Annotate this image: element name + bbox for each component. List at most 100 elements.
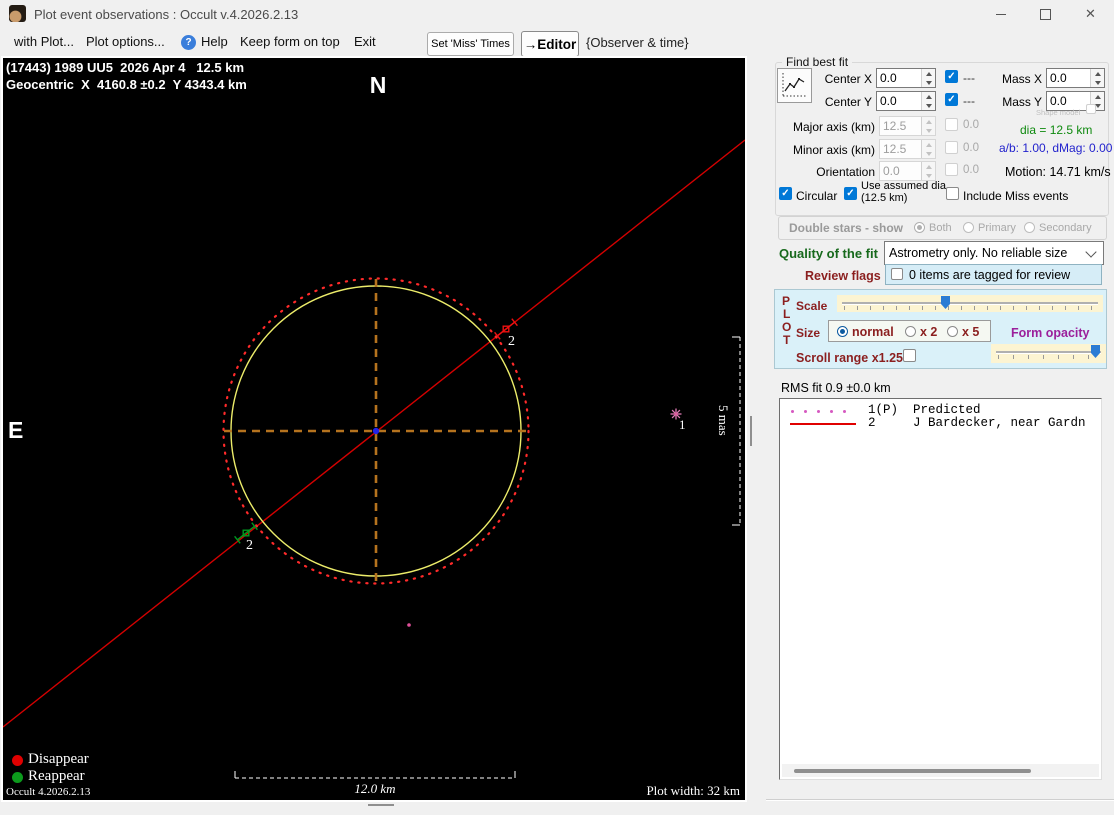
spin-down-icon <box>1094 80 1101 85</box>
center-y-spinner[interactable]: 0.0 <box>876 91 936 111</box>
maximize-icon <box>1040 8 1051 20</box>
size-x2-radio[interactable] <box>905 326 916 337</box>
minor-axis-spinner: 12.5 <box>879 139 936 159</box>
shape-model-checkbox[interactable] <box>1086 104 1096 114</box>
spin-up-icon <box>925 164 932 169</box>
spin-up-icon <box>925 119 932 124</box>
form-opacity-slider[interactable] <box>991 344 1106 363</box>
use-assumed-checkbox[interactable]: ✓ <box>844 187 857 200</box>
center-x-flag: --- <box>963 71 975 85</box>
spin-up-icon <box>925 94 932 99</box>
center-x-checkbox[interactable]: ✓ <box>945 70 958 83</box>
panel-bottom-divider <box>766 799 1114 801</box>
vertical-splitter-handle[interactable] <box>750 416 752 446</box>
observation-row-predicted[interactable]: 1(P) Predicted <box>868 403 981 417</box>
listbox-hscrollbar-thumb[interactable] <box>794 769 1031 773</box>
form-opacity-label: Form opacity <box>1011 326 1090 340</box>
form-opacity-groove <box>996 351 1101 354</box>
size-radio-group: normal x 2 x 5 <box>828 320 991 342</box>
quality-label: Quality of the fit <box>779 246 878 261</box>
scale-label: Scale <box>796 299 828 313</box>
scroll-range-checkbox[interactable] <box>903 349 916 362</box>
circular-label: Circular <box>796 189 838 203</box>
orientation-flag: 0.0 <box>963 164 979 176</box>
double-stars-both-label: Both <box>929 222 952 234</box>
double-stars-primary-label: Primary <box>978 222 1016 234</box>
form-opacity-ticks <box>998 355 1099 359</box>
horizontal-splitter-handle[interactable] <box>368 804 394 806</box>
menu-plot-options[interactable]: Plot options... <box>86 34 165 49</box>
double-stars-secondary-radio <box>1024 222 1035 233</box>
observation-row-bardecker[interactable]: 2 J Bardecker, near Gardn <box>868 416 1086 430</box>
scroll-range-label: Scroll range x1.25 <box>796 351 904 365</box>
size-x5-radio[interactable] <box>947 326 958 337</box>
center-x-spinner[interactable]: 0.0 <box>876 68 936 88</box>
size-x2-label: x 2 <box>920 325 938 339</box>
menu-with-plot[interactable]: with Plot... <box>14 34 74 49</box>
minimize-button[interactable] <box>978 0 1023 28</box>
center-x-spin-buttons[interactable] <box>921 69 935 87</box>
shape-model-label: Shape model <box>1036 108 1081 117</box>
plot-panel-l: L <box>783 307 791 321</box>
plot-version-label: Occult 4.2026.2.13 <box>6 786 91 798</box>
observer-time-label: {Observer & time} <box>586 35 689 50</box>
editor-button[interactable]: →Editor <box>521 31 579 57</box>
app-icon <box>9 5 26 22</box>
mass-x-label: Mass X <box>1001 72 1042 86</box>
major-axis-label: Major axis (km) <box>792 120 875 134</box>
orientation-value: 0.0 <box>883 164 900 178</box>
spin-up-icon <box>925 142 932 147</box>
legend-disappear-label: Disappear <box>28 751 89 767</box>
east-label: E <box>8 417 24 443</box>
menu-keep-on-top[interactable]: Keep form on top <box>240 34 340 49</box>
center-x-label: Center X <box>824 72 872 86</box>
center-y-spin-buttons[interactable] <box>921 92 935 110</box>
double-stars-group: Double stars - show Both Primary Seconda… <box>778 216 1107 240</box>
size-normal-radio[interactable] <box>837 326 848 337</box>
plot-header-line2: Geocentric X 4160.8 ±0.2 Y 4343.4 km <box>6 77 247 92</box>
center-y-value: 0.0 <box>880 94 897 108</box>
circular-checkbox[interactable]: ✓ <box>779 187 792 200</box>
center-x-value: 0.0 <box>880 71 897 85</box>
maximize-button[interactable] <box>1023 0 1068 28</box>
legend-reappear-label: Reappear <box>28 768 85 784</box>
menu-bar: with Plot... Plot options... ? Help Keep… <box>0 28 1114 57</box>
double-stars-primary-radio <box>963 222 974 233</box>
major-axis-flag: 0.0 <box>963 119 979 131</box>
spin-down-icon <box>925 103 932 108</box>
shadow-track-line <box>2 139 746 728</box>
minor-axis-label: Minor axis (km) <box>792 143 875 157</box>
double-stars-both-radio <box>914 222 925 233</box>
use-assumed-label: Use assumed dia (12.5 km) <box>861 180 946 204</box>
scale-slider-groove <box>842 302 1098 305</box>
menu-exit[interactable]: Exit <box>354 34 376 49</box>
review-flags-text: 0 items are tagged for review <box>909 268 1071 282</box>
orientation-spin-buttons <box>921 162 935 180</box>
menu-help[interactable]: Help <box>201 34 228 49</box>
quality-value: Astrometry only. No reliable size <box>889 246 1068 260</box>
predicted-dot-icon <box>817 410 820 413</box>
disappear-marker-label: 2 <box>508 334 515 349</box>
review-flags-checkbox[interactable] <box>891 268 903 280</box>
center-y-checkbox[interactable]: ✓ <box>945 93 958 106</box>
quality-dropdown[interactable]: Astrometry only. No reliable size <box>884 241 1104 265</box>
listbox-hscrollbar[interactable] <box>782 764 1099 777</box>
spin-down-icon <box>925 151 932 156</box>
scale-slider[interactable] <box>837 295 1103 312</box>
fit-graph-button[interactable] <box>777 68 812 103</box>
spin-down-icon <box>925 173 932 178</box>
find-best-fit-title: Find best fit <box>782 55 853 69</box>
mass-x-spin-buttons[interactable] <box>1090 69 1104 87</box>
spin-down-icon <box>925 128 932 133</box>
mass-x-spinner[interactable]: 0.0 <box>1046 68 1105 88</box>
plot-canvas[interactable] <box>2 58 746 800</box>
close-button[interactable]: ✕ <box>1068 0 1113 28</box>
secondary-point <box>407 623 411 627</box>
include-miss-label: Include Miss events <box>963 189 1069 203</box>
app-window: Plot event observations : Occult v.4.202… <box>0 0 1114 815</box>
observations-listbox[interactable]: 1(P) Predicted 2 J Bardecker, near Gardn <box>779 398 1102 780</box>
include-miss-checkbox[interactable] <box>946 187 959 200</box>
set-miss-times-button[interactable]: Set 'Miss' Times <box>427 32 514 56</box>
plot-area[interactable]: (17443) 1989 UU5 2026 Apr 4 12.5 km Geoc… <box>1 56 747 802</box>
plot-header-line1: (17443) 1989 UU5 2026 Apr 4 12.5 km <box>6 60 244 75</box>
